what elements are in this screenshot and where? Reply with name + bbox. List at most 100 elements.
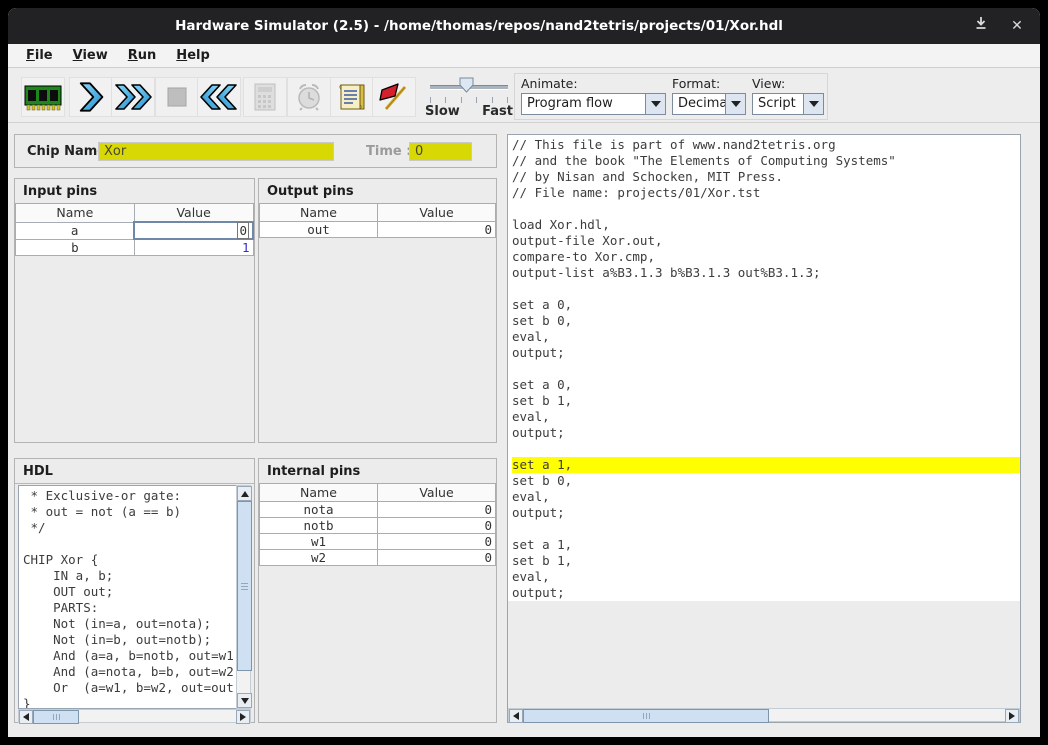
hdl-line: Or (a=w1, b=w2, out=out); bbox=[23, 680, 236, 696]
hscroll-thumb[interactable] bbox=[523, 709, 769, 723]
menu-item-view[interactable]: View bbox=[63, 48, 118, 63]
script-line bbox=[512, 521, 1020, 537]
slider-slow-label: Slow bbox=[425, 104, 460, 119]
load-script-button[interactable] bbox=[330, 77, 374, 117]
menu-item-help[interactable]: Help bbox=[166, 48, 219, 63]
animate-value: Program flow bbox=[527, 96, 613, 111]
output-pins-table: NameValueout0 bbox=[259, 203, 496, 238]
pin-value-editor[interactable]: 0 bbox=[237, 222, 249, 239]
script-line: set a 0, bbox=[512, 377, 1020, 393]
pin-row: w20 bbox=[260, 550, 496, 566]
close-icon[interactable]: ✕ bbox=[1006, 16, 1028, 36]
pin-row: notb0 bbox=[260, 518, 496, 534]
scroll-left-arrow[interactable] bbox=[509, 709, 523, 723]
title-bar[interactable]: Hardware Simulator (2.5) - /home/thomas/… bbox=[8, 8, 1040, 44]
hdl-code[interactable]: * Exclusive-or gate: * out = not (a == b… bbox=[18, 485, 237, 709]
hdl-line: Not (in=b, out=notb); bbox=[23, 632, 236, 648]
pin-name: b bbox=[16, 239, 135, 256]
script-line: eval, bbox=[512, 489, 1020, 505]
hdl-line: IN a, b; bbox=[23, 568, 236, 584]
slider-ticks bbox=[430, 97, 508, 103]
pin-value-field[interactable]: 0 bbox=[378, 534, 496, 550]
speed-slider[interactable]: Slow Fast bbox=[425, 73, 513, 119]
animate-label: Animate: bbox=[521, 76, 578, 91]
breakpoints-button[interactable] bbox=[372, 77, 416, 117]
alarm-clock-icon bbox=[293, 81, 325, 113]
pin-name: w1 bbox=[260, 534, 378, 550]
single-step-button[interactable] bbox=[69, 77, 113, 117]
pin-row: b1 bbox=[16, 239, 254, 256]
script-line bbox=[512, 201, 1020, 217]
hdl-line: And (a=a, b=notb, out=w1); bbox=[23, 648, 236, 664]
script-line bbox=[512, 361, 1020, 377]
view-label: View: bbox=[752, 76, 785, 91]
hdl-line: PARTS: bbox=[23, 600, 236, 616]
chevron-down-icon[interactable] bbox=[803, 94, 823, 114]
run-button[interactable] bbox=[111, 77, 155, 117]
pin-value-field[interactable]: 0 bbox=[378, 502, 496, 518]
column-header-name: Name bbox=[260, 484, 378, 502]
calculator-button bbox=[243, 77, 287, 117]
menu-item-run[interactable]: Run bbox=[118, 48, 167, 63]
pin-name: w2 bbox=[260, 550, 378, 566]
script-lines: // This file is part of www.nand2tetris.… bbox=[508, 135, 1020, 601]
pin-row: nota0 bbox=[260, 502, 496, 518]
toolbar: Slow Fast Animate: Program flow Format: … bbox=[8, 69, 1040, 123]
menu-item-file[interactable]: File bbox=[16, 48, 63, 63]
step-forward-icon bbox=[76, 81, 106, 113]
stop-icon bbox=[164, 84, 190, 110]
script-view[interactable]: // This file is part of www.nand2tetris.… bbox=[508, 135, 1020, 695]
pin-value-field[interactable]: 0 bbox=[134, 222, 253, 239]
vscroll-thumb[interactable] bbox=[237, 501, 252, 671]
input-pins-table: NameValuea0b1 bbox=[15, 203, 254, 256]
animate-select[interactable]: Program flow bbox=[521, 93, 666, 115]
red-flag-icon bbox=[378, 81, 410, 113]
pin-value-field[interactable]: 1 bbox=[134, 239, 253, 256]
script-line bbox=[512, 281, 1020, 297]
internal-pins-table: NameValuenota0notb0w10w20 bbox=[259, 483, 496, 566]
combo-group: Animate: Program flow Format: Decimal Vi… bbox=[514, 73, 828, 120]
view-select[interactable]: Script bbox=[752, 93, 824, 115]
app-window: Hardware Simulator (2.5) - /home/thomas/… bbox=[8, 8, 1040, 737]
clock-button bbox=[287, 77, 331, 117]
chevron-down-icon[interactable] bbox=[725, 94, 745, 114]
script-line: // File name: projects/01/Xor.tst bbox=[512, 185, 1020, 201]
pin-value-field[interactable]: 0 bbox=[378, 518, 496, 534]
script-line: load Xor.hdl, bbox=[512, 217, 1020, 233]
hdl-line: * out = not (a == b) bbox=[23, 504, 236, 520]
script-line: set a 1, bbox=[512, 457, 1020, 473]
script-line: set b 0, bbox=[512, 313, 1020, 329]
stop-button bbox=[155, 77, 199, 117]
script-line: eval, bbox=[512, 569, 1020, 585]
hdl-vscrollbar[interactable] bbox=[236, 485, 251, 709]
scroll-right-arrow[interactable] bbox=[236, 710, 250, 724]
load-chip-button[interactable] bbox=[21, 77, 65, 117]
pin-value-field[interactable]: 0 bbox=[378, 222, 496, 238]
pin-value-field[interactable]: 0 bbox=[378, 550, 496, 566]
hdl-hscrollbar[interactable] bbox=[18, 709, 251, 723]
internal-pins-panel: Internal pins NameValuenota0notb0w10w20 bbox=[258, 458, 497, 723]
format-label: Format: bbox=[672, 76, 720, 91]
script-line bbox=[512, 441, 1020, 457]
script-hscrollbar[interactable] bbox=[508, 708, 1020, 722]
hdl-line: */ bbox=[23, 520, 236, 536]
scroll-left-arrow[interactable] bbox=[19, 710, 33, 724]
hdl-line: And (a=nota, b=b, out=w2); bbox=[23, 664, 236, 680]
minimize-icon[interactable] bbox=[970, 16, 992, 36]
scroll-right-arrow[interactable] bbox=[1005, 709, 1019, 723]
script-line: compare-to Xor.cmp, bbox=[512, 249, 1020, 265]
scroll-up-arrow[interactable] bbox=[237, 486, 252, 501]
hscroll-thumb[interactable] bbox=[33, 710, 79, 724]
pin-row: out0 bbox=[260, 222, 496, 238]
script-line: eval, bbox=[512, 409, 1020, 425]
column-header-value: Value bbox=[378, 204, 496, 222]
chip-name-field[interactable]: Xor bbox=[98, 142, 334, 161]
format-select[interactable]: Decimal bbox=[672, 93, 746, 115]
chevron-down-icon[interactable] bbox=[645, 94, 665, 114]
hdl-line bbox=[23, 536, 236, 552]
script-line: set b 1, bbox=[512, 553, 1020, 569]
reset-button[interactable] bbox=[197, 77, 241, 117]
slider-thumb[interactable] bbox=[459, 77, 474, 93]
scroll-down-arrow[interactable] bbox=[237, 693, 252, 708]
pin-name: nota bbox=[260, 502, 378, 518]
